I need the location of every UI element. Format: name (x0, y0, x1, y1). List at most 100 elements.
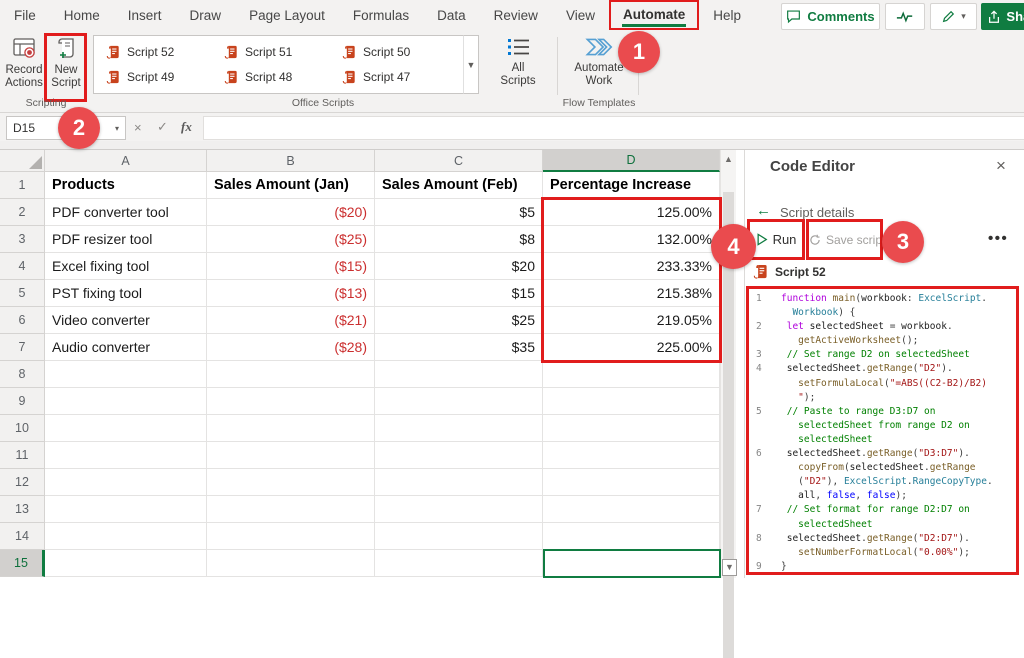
cell-D12[interactable] (543, 469, 720, 496)
column-header-A[interactable]: A (45, 150, 207, 172)
row-header-15[interactable]: 15 (0, 550, 45, 577)
tab-view[interactable]: View (552, 0, 609, 30)
gallery-script-52[interactable]: Script 52 (102, 40, 220, 65)
row-header-7[interactable]: 7 (0, 334, 45, 361)
cell-B13[interactable] (207, 496, 375, 523)
cell-D4[interactable]: 233.33% (543, 253, 720, 280)
back-arrow-icon[interactable]: ← (756, 202, 771, 219)
cell-B5[interactable]: ($13) (207, 280, 375, 307)
cell-B3[interactable]: ($25) (207, 226, 375, 253)
cell-C2[interactable]: $5 (375, 199, 543, 226)
row-header-1[interactable]: 1 (0, 172, 45, 199)
gallery-script-51[interactable]: Script 51 (220, 40, 338, 65)
cell-B4[interactable]: ($15) (207, 253, 375, 280)
cell-A4[interactable]: Excel fixing tool (45, 253, 207, 280)
cell-D11[interactable] (543, 442, 720, 469)
cell-D10[interactable] (543, 415, 720, 442)
cell-B14[interactable] (207, 523, 375, 550)
cell-A2[interactable]: PDF converter tool (45, 199, 207, 226)
confirm-entry-button[interactable]: ✓ (157, 116, 168, 138)
row-header-11[interactable]: 11 (0, 442, 45, 469)
tab-file[interactable]: File (0, 0, 50, 30)
cell-C9[interactable] (375, 388, 543, 415)
cell-D9[interactable] (543, 388, 720, 415)
save-script-button[interactable]: Save script (806, 219, 883, 260)
cell-A6[interactable]: Video converter (45, 307, 207, 334)
cell-B15[interactable] (207, 550, 375, 577)
row-header-12[interactable]: 12 (0, 469, 45, 496)
cell-B7[interactable]: ($28) (207, 334, 375, 361)
cell-C8[interactable] (375, 361, 543, 388)
row-header-5[interactable]: 5 (0, 280, 45, 307)
scroll-up-arrow[interactable]: ▲ (721, 154, 736, 164)
cell-A12[interactable] (45, 469, 207, 496)
cell-C12[interactable] (375, 469, 543, 496)
cell-B1[interactable]: Sales Amount (Jan) (207, 172, 375, 199)
cell-D8[interactable] (543, 361, 720, 388)
cell-C4[interactable]: $20 (375, 253, 543, 280)
column-header-B[interactable]: B (207, 150, 375, 172)
row-header-4[interactable]: 4 (0, 253, 45, 280)
cell-A10[interactable] (45, 415, 207, 442)
row-header-10[interactable]: 10 (0, 415, 45, 442)
code-area[interactable]: 1function main(workbook: ExcelScript. Wo… (746, 286, 1019, 575)
cell-D5[interactable]: 215.38% (543, 280, 720, 307)
cell-A14[interactable] (45, 523, 207, 550)
vertical-scrollbar[interactable]: ▲ ▼ (720, 150, 736, 578)
gallery-more-button[interactable]: ▼ (463, 35, 479, 94)
tab-draw[interactable]: Draw (176, 0, 236, 30)
automate-work-button[interactable]: Automate Work (564, 35, 634, 87)
scrollbar-thumb[interactable] (723, 192, 734, 658)
cell-A11[interactable] (45, 442, 207, 469)
cell-C14[interactable] (375, 523, 543, 550)
row-header-2[interactable]: 2 (0, 199, 45, 226)
cell-D2[interactable]: 125.00% (543, 199, 720, 226)
select-all-corner[interactable] (0, 150, 45, 172)
name-box[interactable]: D15 ▾ (6, 116, 126, 140)
record-actions-button[interactable]: Record Actions (4, 35, 44, 89)
insert-function-button[interactable]: fx (181, 116, 192, 138)
cell-D3[interactable]: 132.00% (543, 226, 720, 253)
column-header-D[interactable]: D (543, 150, 720, 172)
cell-B6[interactable]: ($21) (207, 307, 375, 334)
cell-D7[interactable]: 225.00% (543, 334, 720, 361)
activity-button[interactable] (885, 3, 925, 30)
cell-C7[interactable]: $35 (375, 334, 543, 361)
tab-formulas[interactable]: Formulas (339, 0, 423, 30)
gallery-script-47[interactable]: Script 47 (338, 65, 456, 90)
all-scripts-button[interactable]: All Scripts (490, 35, 546, 87)
cell-C11[interactable] (375, 442, 543, 469)
comments-button[interactable]: Comments (781, 3, 880, 30)
scroll-down-arrow[interactable]: ▼ (722, 559, 737, 576)
cell-A13[interactable] (45, 496, 207, 523)
more-options-icon[interactable]: ••• (988, 230, 1008, 247)
tab-data[interactable]: Data (423, 0, 480, 30)
tab-page-layout[interactable]: Page Layout (235, 0, 339, 30)
tab-help[interactable]: Help (699, 0, 755, 30)
row-header-9[interactable]: 9 (0, 388, 45, 415)
cell-C15[interactable] (375, 550, 543, 577)
cancel-entry-button[interactable]: × (134, 116, 142, 138)
run-button[interactable]: Run (747, 219, 805, 260)
cell-D14[interactable] (543, 523, 720, 550)
cell-A3[interactable]: PDF resizer tool (45, 226, 207, 253)
cell-A9[interactable] (45, 388, 207, 415)
formula-input[interactable] (203, 116, 1024, 140)
close-icon[interactable]: × (996, 156, 1006, 176)
gallery-script-49[interactable]: Script 49 (102, 65, 220, 90)
cell-B8[interactable] (207, 361, 375, 388)
row-header-3[interactable]: 3 (0, 226, 45, 253)
tab-review[interactable]: Review (480, 0, 552, 30)
cell-C6[interactable]: $25 (375, 307, 543, 334)
cell-A1[interactable]: Products (45, 172, 207, 199)
cell-A15[interactable] (45, 550, 207, 577)
gallery-script-50[interactable]: Script 50 (338, 40, 456, 65)
row-header-14[interactable]: 14 (0, 523, 45, 550)
cell-C10[interactable] (375, 415, 543, 442)
cell-D13[interactable] (543, 496, 720, 523)
share-button[interactable]: Share (981, 3, 1024, 30)
cell-A7[interactable]: Audio converter (45, 334, 207, 361)
cell-B12[interactable] (207, 469, 375, 496)
gallery-script-48[interactable]: Script 48 (220, 65, 338, 90)
tab-insert[interactable]: Insert (114, 0, 176, 30)
